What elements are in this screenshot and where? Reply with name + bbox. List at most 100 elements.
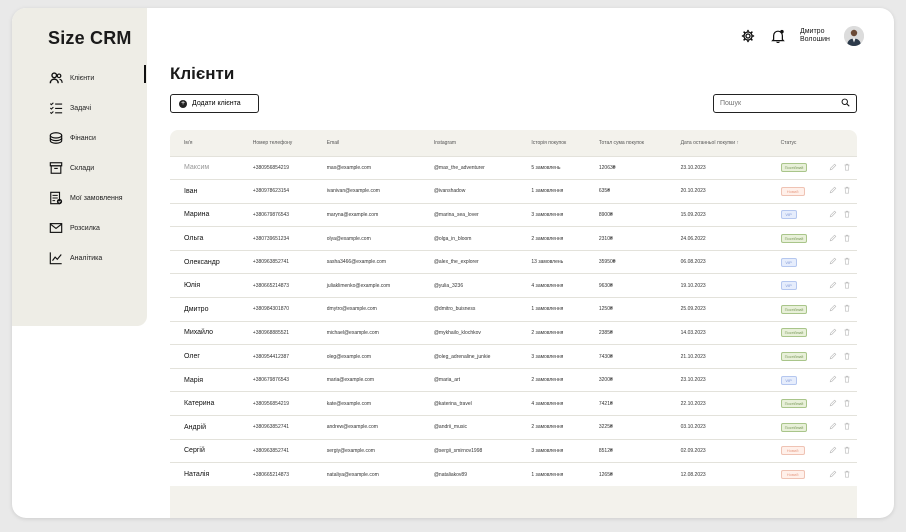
delete-trash-icon[interactable] [843,446,851,456]
delete-trash-icon[interactable] [843,304,851,314]
cell-instagram: @olga_in_bloom [419,226,518,251]
delete-trash-icon[interactable] [843,328,851,338]
table-row[interactable]: Максим +380956854219 max@example.com @max_t… [170,155,857,180]
sidebar-item-analytics[interactable]: Аналітика [12,243,147,273]
edit-pencil-icon[interactable] [829,210,837,220]
column-header-instagram[interactable]: Instagram [420,130,518,156]
cell-date: 20.10.2023 [666,179,767,204]
edit-pencil-icon[interactable] [829,399,837,409]
cell-email: kate@example.com [312,391,420,416]
sidebar-item-finance[interactable]: Фінанси [12,123,147,153]
cell-actions [823,462,857,487]
table-row[interactable]: Юлія +380665214873 juliaklimenko@example.c… [170,273,857,298]
delete-trash-icon[interactable] [843,186,851,196]
cell-date: 23.10.2023 [666,155,767,180]
delete-trash-icon[interactable] [843,163,851,173]
delete-trash-icon[interactable] [843,234,851,244]
edit-pencil-icon[interactable] [829,281,837,291]
edit-pencil-icon[interactable] [829,375,837,385]
settings-gear-icon[interactable] [740,28,756,44]
delete-trash-icon[interactable] [843,399,851,409]
cell-total: 1250₴ [584,297,667,322]
status-badge: VIP [780,375,797,385]
table-row[interactable]: Марина +380679876543 maryna@example.com @ma… [170,202,857,227]
column-header-email[interactable]: Email [313,130,420,156]
sidebar-item-mailing[interactable]: Розсилка [12,213,147,243]
edit-pencil-icon[interactable] [829,470,837,480]
status-badge: Постійний [780,328,808,338]
column-header-phone[interactable]: Номер телефону [239,130,313,156]
column-header-status[interactable]: Статус [767,130,823,156]
column-header-purchase-history[interactable]: Історія покупок [517,130,585,156]
delete-trash-icon[interactable] [843,210,851,220]
search-input[interactable] [720,100,820,107]
cell-date: 14.03.2023 [666,320,767,345]
table-row[interactable]: Андрій +380963852741 andrew@example.com @an… [170,415,857,440]
table-row[interactable]: Олександр +380963852741 sasha3466@example.… [170,249,857,274]
search-icon[interactable] [841,98,850,109]
edit-pencil-icon[interactable] [829,186,837,196]
cell-date: 19.10.2023 [666,273,767,298]
cell-actions [823,391,857,416]
delete-trash-icon[interactable] [843,281,851,291]
table-row[interactable]: Марія +380679876543 maria@example.com @mari… [170,367,857,392]
sidebar-item-label: Фінанси [70,134,96,142]
cell-total: 2385₴ [584,320,667,345]
cell-status: Постійний [766,415,823,440]
table-row[interactable]: Наталія +380665214873 nataliya@example.com… [170,462,857,487]
table-row[interactable]: Дмитро +380984301870 dmytro@example.com @dm… [170,297,857,322]
edit-pencil-icon[interactable] [829,446,837,456]
cell-total: 8900₴ [584,202,667,227]
column-header-last-purchase-date[interactable]: Дата останньої покупки ↑ [667,130,767,156]
cell-name: Андрій [170,415,239,440]
delete-trash-icon[interactable] [843,375,851,385]
table-row[interactable]: Сергій +380963852741 sergiy@example.com @se… [170,438,857,463]
sidebar-item-clients[interactable]: Клієнти [12,63,147,93]
analytics-icon [48,250,64,266]
cell-instagram: @alex_the_explorer [419,249,518,274]
search-box[interactable] [713,94,857,113]
delete-trash-icon[interactable] [843,257,851,267]
sidebar-item-my-orders[interactable]: Мої замовлення [12,183,147,213]
cell-history: 5 замовлень [517,155,585,180]
cell-total: 1265₴ [584,462,667,487]
sidebar-item-label: Мої замовлення [70,194,123,202]
column-header-total[interactable]: Тотал сума покупок [585,130,667,156]
edit-pencil-icon[interactable] [829,257,837,267]
user-name[interactable]: Дмитро Волошин [800,28,840,44]
cell-total: 8512₴ [584,438,667,463]
edit-pencil-icon[interactable] [829,328,837,338]
cell-total: 2310₴ [584,226,667,251]
delete-trash-icon[interactable] [843,352,851,362]
delete-trash-icon[interactable] [843,470,851,480]
table-row[interactable]: Ольга +380739651234 olya@example.com @olga_… [170,226,857,251]
add-client-button[interactable]: + Додати клієнта [170,94,259,113]
sidebar-item-warehouses[interactable]: Склади [12,153,147,183]
edit-pencil-icon[interactable] [829,352,837,362]
table-row[interactable]: Олег +380954412387 oleg@example.com @oleg_a… [170,344,857,369]
delete-trash-icon[interactable] [843,422,851,432]
cell-actions [823,297,857,322]
table-row[interactable]: Михайло +380968885521 michael@example.com @… [170,320,857,345]
cell-total: 12063₴ [584,155,667,180]
edit-pencil-icon[interactable] [829,163,837,173]
cell-status: Новий [766,438,823,463]
status-badge: Новий [780,446,805,456]
avatar[interactable] [844,26,864,46]
edit-pencil-icon[interactable] [829,234,837,244]
cell-instagram: @dmitro_buisness [419,297,518,322]
cell-date: 25.09.2023 [666,297,767,322]
column-header-name[interactable]: Ім'я [170,130,239,156]
notification-bell-icon[interactable] [770,28,786,44]
edit-pencil-icon[interactable] [829,422,837,432]
cell-instagram: @andrii_music [419,415,518,440]
cell-actions [823,226,857,251]
status-badge: VIP [780,257,797,267]
cell-total: 3200₴ [584,367,667,392]
cell-instagram: @marina_sea_lover [419,202,518,227]
edit-pencil-icon[interactable] [829,304,837,314]
table-row[interactable]: Іван +380978623154 ivanivan@example.com @iv… [170,179,857,204]
table-row[interactable]: Катерина +380956854219 kate@example.com @ka… [170,391,857,416]
cell-email: nataliya@example.com [312,462,420,487]
sidebar-item-tasks[interactable]: Задачі [12,93,147,123]
